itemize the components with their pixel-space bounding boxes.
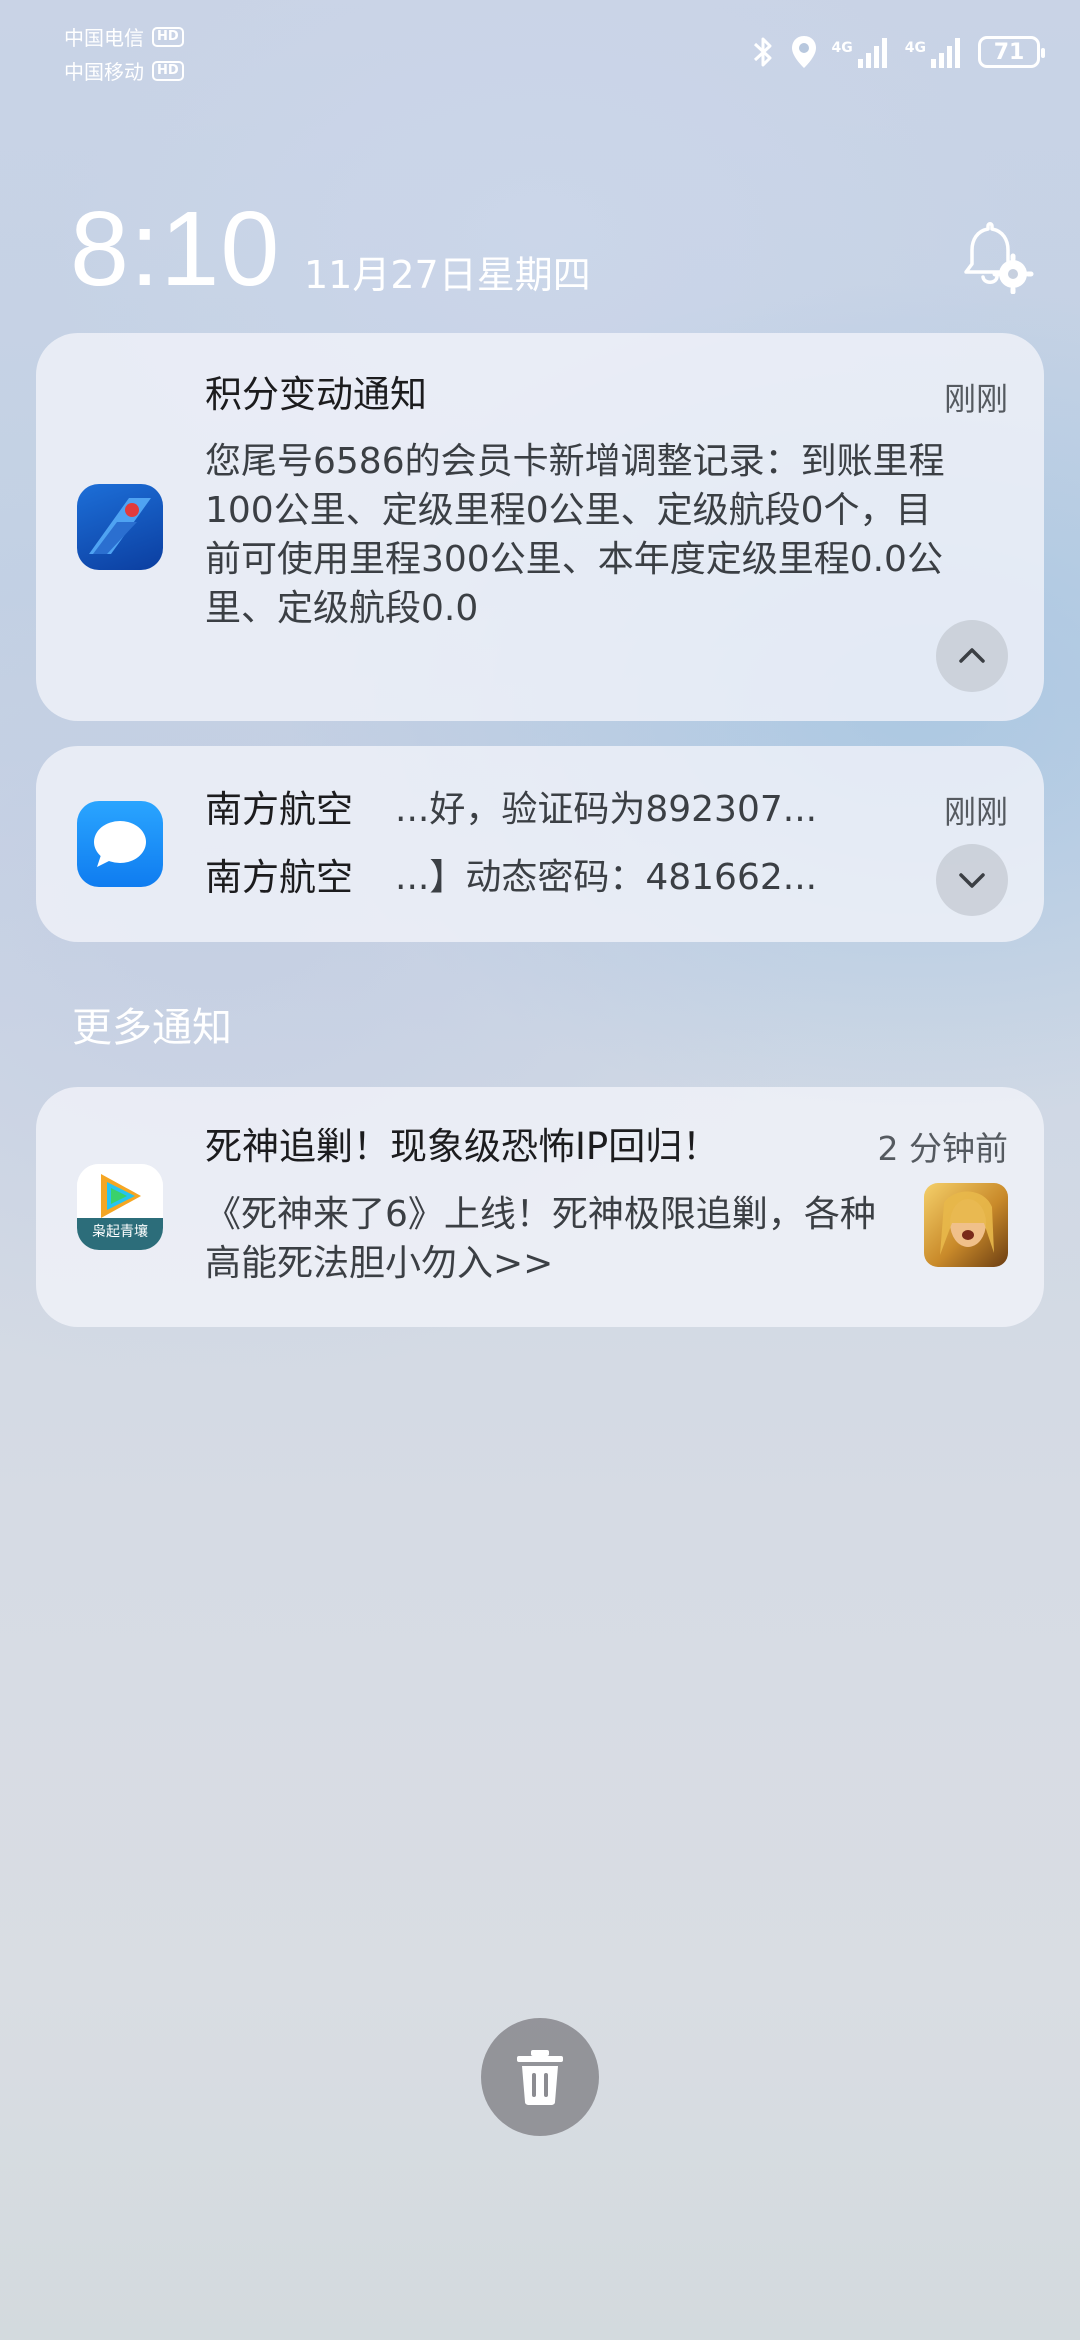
expand-button[interactable] (936, 844, 1008, 916)
clear-all-button[interactable] (481, 2018, 599, 2136)
status-bar: 中国电信 HD 中国移动 HD 4G 4G 71 (0, 0, 1080, 100)
chevron-up-icon (959, 648, 985, 663)
signal-icon (857, 38, 887, 68)
carrier-1-name: 中国电信 (64, 26, 144, 50)
notification-body: 《死神来了6》上线！死神极限追剿，各种高能死法胆小勿入>> (205, 1194, 876, 1284)
message-sender: 南方航空 (205, 788, 353, 831)
signal-2: 4G (905, 35, 964, 69)
signal-icon (931, 38, 960, 68)
notification-body: 您尾号6586的会员卡新增调整记录：到账里程100公里、定级里程0公里、定级航段… (205, 441, 945, 629)
message-sender: 南方航空 (205, 856, 353, 899)
messages-icon (77, 801, 163, 887)
chevron-down-icon (959, 873, 985, 888)
china-southern-airlines-icon (77, 484, 163, 570)
status-icons: 4G 4G 71 (750, 30, 1045, 74)
network-type-1: 4G (831, 40, 853, 56)
notification-time: 刚刚 (943, 793, 1008, 831)
battery-icon: 71 (978, 36, 1045, 68)
notification-time: 刚刚 (943, 380, 1008, 418)
message-preview: ...好，验证码为892307... (395, 789, 818, 830)
bell-gear-icon (964, 222, 1034, 295)
notification-card-points[interactable]: 积分变动通知 刚刚 您尾号6586的会员卡新增调整记录：到账里程100公里、定级… (36, 333, 1044, 721)
hd-badge: HD (152, 26, 184, 47)
trash-icon (517, 2050, 563, 2105)
collapse-button[interactable] (936, 620, 1008, 692)
more-notifications-label: 更多通知 (72, 1005, 232, 1051)
clock-date: 11月27日星期四 (304, 253, 591, 297)
message-preview: ...】动态密码：481662... (395, 857, 818, 898)
clock-time: 8:10 (70, 190, 281, 308)
hd-badge: HD (152, 60, 184, 81)
notification-settings-button[interactable] (958, 218, 1034, 295)
location-icon (791, 36, 816, 68)
signal-1: 4G (832, 35, 891, 69)
tencent-video-icon: 枭起青壤 (77, 1164, 163, 1250)
notification-card-video[interactable]: 枭起青壤 死神追剿！现象级恐怖IP回归！ 2 分钟前 《死神来了6》上线！死神极… (36, 1087, 1044, 1327)
battery-level: 71 (993, 39, 1025, 65)
network-type-2: 4G (904, 40, 926, 56)
notification-title: 积分变动通知 (205, 373, 427, 416)
poster-thumbnail (924, 1183, 1008, 1267)
app-icon-label: 枭起青壤 (92, 1223, 148, 1240)
notification-title: 死神追剿！现象级恐怖IP回归！ (205, 1125, 720, 1168)
notification-card-messages[interactable]: 南方航空 ...好，验证码为892307... 南方航空 ...】动态密码：48… (36, 746, 1044, 942)
carrier-2: 中国移动 HD (64, 56, 184, 85)
bluetooth-icon (753, 37, 772, 67)
carrier-2-name: 中国移动 (64, 60, 144, 84)
carrier-1: 中国电信 HD (64, 22, 184, 51)
notification-time: 2 分钟前 (877, 1129, 1009, 1168)
